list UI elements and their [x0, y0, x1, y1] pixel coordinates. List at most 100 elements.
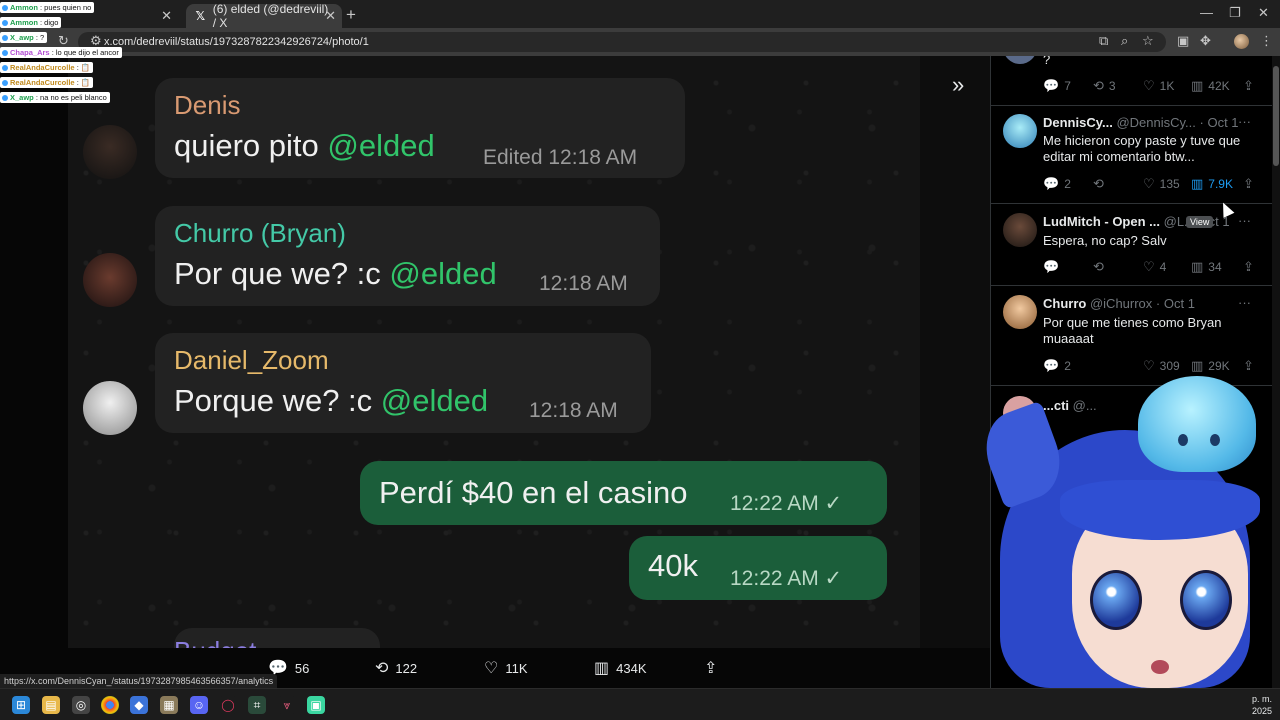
app-icon[interactable]: ⩔	[278, 696, 296, 714]
url-input[interactable]: x.com/dedreviil/status/19732878223429267…	[78, 32, 1166, 52]
message-bubble: Denis quiero pito @elded Edited 12:18 AM	[155, 78, 685, 178]
chat-text: : 📋	[76, 78, 91, 87]
like-count: 135	[1159, 177, 1180, 191]
reply-count: 56	[294, 660, 310, 676]
chat-user: Ammon	[10, 18, 38, 27]
reply-button[interactable]: 💬 7	[1043, 78, 1071, 94]
chat-screenshot-image[interactable]: Denis quiero pito @elded Edited 12:18 AM…	[68, 56, 920, 648]
handle[interactable]: @iChurrox	[1090, 296, 1152, 311]
repost-button[interactable]: ⟲	[1093, 176, 1109, 192]
stream-chat-overlay: Ammon : pues quien no Ammon : digo X_awp…	[0, 2, 122, 107]
clock-date: 2025	[1251, 706, 1272, 716]
heart-icon: ♡	[1143, 259, 1155, 274]
badge-icon	[2, 50, 8, 57]
close-window-icon[interactable]: ✕	[1258, 5, 1269, 21]
badge-icon	[2, 95, 8, 102]
close-tab-icon[interactable]: ✕	[325, 8, 336, 24]
repost-button[interactable]: ⟲ 3	[1093, 78, 1116, 94]
badge-icon	[2, 20, 8, 27]
sender-name: Budget	[174, 636, 256, 648]
avatar	[1003, 213, 1037, 247]
share-button[interactable]: ⇪	[704, 658, 724, 678]
close-tab-icon[interactable]: ✕	[161, 8, 172, 24]
reply-button[interactable]: 💬 2	[1043, 176, 1071, 192]
like-button[interactable]: ♡ 135	[1143, 176, 1180, 192]
repost-button[interactable]: ⟲	[1093, 259, 1109, 275]
reply-button[interactable]: 💬	[1043, 259, 1064, 275]
view-count: 42K	[1208, 79, 1230, 93]
vtuber-left-eye	[1090, 570, 1142, 630]
mention: @elded	[389, 256, 497, 291]
slime-eye	[1210, 434, 1220, 446]
message-time: 12:22 AM ✓	[730, 492, 843, 515]
share-button[interactable]: ⇪	[1243, 78, 1259, 94]
opera-icon[interactable]: ◯	[219, 696, 237, 714]
file-explorer-icon[interactable]: ▤	[42, 696, 60, 714]
more-options-icon[interactable]: ···	[1238, 295, 1251, 310]
timestamp[interactable]: · Oct 1	[1200, 115, 1239, 130]
maximize-icon[interactable]: ❐	[1229, 5, 1241, 21]
sender-name: Denis	[174, 90, 241, 120]
views-button[interactable]: ▥ 34	[1191, 259, 1222, 275]
share-button[interactable]: ⇪	[1243, 259, 1259, 275]
view-count: 34	[1208, 260, 1222, 274]
scrollbar-thumb[interactable]	[1273, 66, 1279, 166]
reply-item[interactable]: DennisCy... @DennisCy... · Oct 1 ··· Me …	[991, 106, 1272, 204]
install-app-icon[interactable]: ⧉	[1099, 33, 1108, 49]
app-icon[interactable]: ⌗	[248, 696, 266, 714]
like-button[interactable]: ♡ 4	[1143, 259, 1166, 275]
chat-text: : 📋	[76, 63, 91, 72]
clock-time: p. m.	[1251, 694, 1272, 704]
reply-item[interactable]: ? 💬 7 ⟲ 3 ♡ 1K ▥ 42K ⇪	[991, 56, 1272, 106]
like-button[interactable]: ♡ 1K	[1143, 78, 1174, 94]
app-icon[interactable]: ◆	[130, 696, 148, 714]
reply-icon: 💬	[1043, 176, 1060, 191]
reply-count: 7	[1064, 79, 1071, 93]
chrome-icon[interactable]	[101, 696, 119, 714]
minimize-icon[interactable]: —	[1200, 5, 1213, 20]
repost-button[interactable]: ⟲ 122	[375, 658, 417, 678]
more-options-icon[interactable]: ···	[1238, 213, 1251, 228]
bar-chart-icon: ▥	[1191, 259, 1204, 274]
app-icon[interactable]: ▣	[307, 696, 325, 714]
like-button[interactable]: ♡ 11K	[484, 658, 528, 678]
url-text: x.com/dedreviil/status/19732878223429267…	[104, 36, 369, 48]
outgoing-message-bubble: 40k 12:22 AM ✓	[629, 536, 887, 600]
handle[interactable]: @DennisCy...	[1116, 115, 1195, 130]
display-name[interactable]: Churro	[1043, 296, 1086, 311]
views-button[interactable]: ▥ 434K	[594, 658, 647, 678]
message-text: Porque we? :c @elded	[174, 383, 488, 419]
zoom-icon[interactable]: ⌕	[1121, 33, 1128, 49]
display-name[interactable]: DennisCy...	[1043, 115, 1113, 130]
bookmark-star-icon[interactable]: ☆	[1142, 33, 1154, 49]
heart-icon: ♡	[1143, 78, 1155, 93]
new-tab-icon[interactable]: +	[346, 5, 356, 25]
extensions-icon[interactable]: ✥	[1200, 33, 1211, 49]
avatar	[1003, 295, 1037, 329]
browser-tab-active[interactable]: 𝕏 (6) elded (@dedreviil) / X ✕	[186, 2, 342, 30]
collapse-chevron-icon[interactable]: »	[952, 72, 964, 98]
discord-icon[interactable]: ☺	[190, 696, 208, 714]
views-button[interactable]: ▥ 7.9K	[1191, 176, 1233, 192]
share-button[interactable]: ⇪	[1243, 176, 1259, 192]
more-options-icon[interactable]: ···	[1238, 114, 1251, 129]
tab-search-icon[interactable]: ▣	[1177, 33, 1189, 49]
reply-item[interactable]: LudMitch - Open ... @L... Oct 1 ··· Espe…	[991, 204, 1272, 286]
display-name[interactable]: LudMitch - Open ...	[1043, 214, 1160, 229]
profile-avatar[interactable]	[1234, 34, 1249, 49]
menu-kebab-icon[interactable]: ⋮	[1260, 33, 1273, 49]
app-icon[interactable]: ▦	[160, 696, 178, 714]
views-button[interactable]: ▥ 42K	[1191, 78, 1230, 94]
chat-text: : digo	[40, 18, 59, 27]
steam-icon[interactable]: ◎	[72, 696, 90, 714]
badge-icon	[2, 65, 8, 72]
mention: @elded	[327, 128, 435, 163]
photo-viewer: Denis quiero pito @elded Edited 12:18 AM…	[0, 56, 990, 688]
windows-start-icon[interactable]: ⊞	[12, 696, 30, 714]
bar-chart-icon: ▥	[1191, 176, 1204, 191]
avatar	[1003, 56, 1037, 64]
system-clock[interactable]: p. m. 2025	[1232, 693, 1272, 717]
timestamp[interactable]: · Oct 1	[1156, 296, 1195, 311]
repost-icon: ⟲	[375, 660, 389, 677]
bar-chart-icon: ▥	[594, 660, 610, 677]
